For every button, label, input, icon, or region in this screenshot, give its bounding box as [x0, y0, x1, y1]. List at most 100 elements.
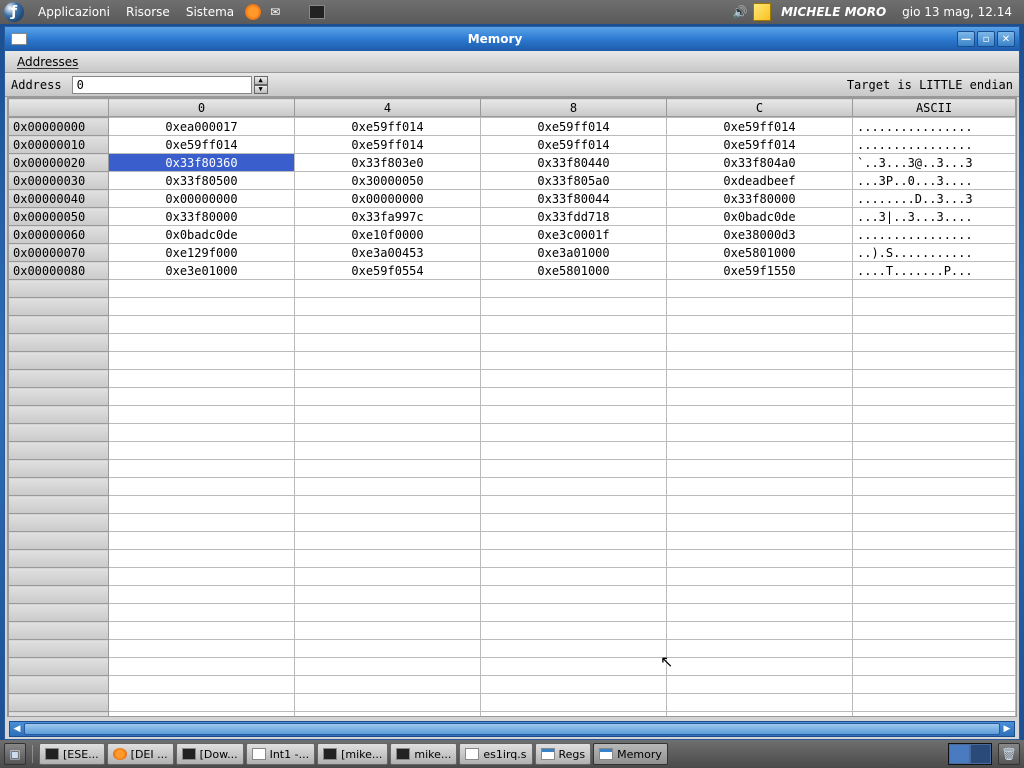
table-row[interactable]: 0x000000100xe59ff0140xe59ff0140xe59ff014… — [9, 136, 1016, 154]
table-row-empty[interactable] — [9, 658, 1016, 676]
taskbar-item[interactable]: es1irq.s — [459, 743, 532, 765]
table-row-empty[interactable] — [9, 514, 1016, 532]
table-row[interactable]: 0x000000600x0badc0de0xe10f00000xe3c0001f… — [9, 226, 1016, 244]
cell-ascii[interactable]: ...3|..3...3.... — [853, 208, 1016, 226]
cell-0[interactable]: 0xe3e01000 — [109, 262, 295, 280]
cell-c[interactable]: 0xe38000d3 — [667, 226, 853, 244]
cell-address[interactable]: 0x00000070 — [9, 244, 109, 262]
sound-icon[interactable] — [731, 3, 749, 21]
cell-4[interactable]: 0x33f803e0 — [295, 154, 481, 172]
table-row-empty[interactable] — [9, 568, 1016, 586]
cell-address[interactable]: 0x00000080 — [9, 262, 109, 280]
cell-8[interactable]: 0xe59ff014 — [481, 136, 667, 154]
cell-0[interactable]: 0xea000017 — [109, 118, 295, 136]
cell-ascii[interactable]: ................ — [853, 118, 1016, 136]
table-row-empty[interactable] — [9, 640, 1016, 658]
table-row-empty[interactable] — [9, 622, 1016, 640]
minimize-button[interactable]: — — [957, 31, 975, 47]
cell-c[interactable]: 0xe59f1550 — [667, 262, 853, 280]
show-desktop-button[interactable]: ▣ — [4, 743, 26, 765]
cell-ascii[interactable]: `..3...3@..3...3 — [853, 154, 1016, 172]
table-row-empty[interactable] — [9, 406, 1016, 424]
cell-8[interactable]: 0x33f80044 — [481, 190, 667, 208]
col-c[interactable]: C — [667, 99, 853, 117]
cell-ascii[interactable]: ....T.......P... — [853, 262, 1016, 280]
table-row-empty[interactable] — [9, 694, 1016, 712]
scroll-left-icon[interactable]: ◀ — [10, 722, 24, 736]
cell-c[interactable]: 0xe59ff014 — [667, 136, 853, 154]
cell-4[interactable]: 0xe3a00453 — [295, 244, 481, 262]
cell-address[interactable]: 0x00000050 — [9, 208, 109, 226]
table-row-empty[interactable] — [9, 442, 1016, 460]
cell-c[interactable]: 0xe5801000 — [667, 244, 853, 262]
cell-4[interactable]: 0xe59ff014 — [295, 136, 481, 154]
table-row-empty[interactable] — [9, 298, 1016, 316]
table-row[interactable]: 0x000000200x33f803600x33f803e00x33f80440… — [9, 154, 1016, 172]
cell-0[interactable]: 0xe59ff014 — [109, 136, 295, 154]
col-ascii[interactable]: ASCII — [853, 99, 1016, 117]
firefox-launcher-icon[interactable] — [244, 3, 262, 21]
taskbar-item[interactable]: [mike... — [317, 743, 388, 765]
cell-4[interactable]: 0x30000050 — [295, 172, 481, 190]
fedora-logo-icon[interactable]: ƒ — [4, 2, 24, 22]
table-row-empty[interactable] — [9, 388, 1016, 406]
scroll-right-icon[interactable]: ▶ — [1000, 722, 1014, 736]
cell-8[interactable]: 0x33f80440 — [481, 154, 667, 172]
cell-ascii[interactable]: ................ — [853, 226, 1016, 244]
close-button[interactable]: ✕ — [997, 31, 1015, 47]
col-address[interactable] — [9, 99, 109, 117]
taskbar-item[interactable]: Memory — [593, 743, 668, 765]
evolution-launcher-icon[interactable]: ✉ — [266, 3, 284, 21]
table-row-empty[interactable] — [9, 460, 1016, 478]
workspace-pager[interactable] — [948, 743, 992, 765]
table-row-empty[interactable] — [9, 586, 1016, 604]
cell-4[interactable]: 0x00000000 — [295, 190, 481, 208]
horizontal-scrollbar[interactable]: ◀ ▶ — [9, 721, 1015, 737]
menu-applications[interactable]: Applicazioni — [30, 5, 118, 19]
taskbar-item[interactable]: Regs — [535, 743, 592, 765]
cell-8[interactable]: 0xe3c0001f — [481, 226, 667, 244]
col-4[interactable]: 4 — [295, 99, 481, 117]
menu-resources[interactable]: Risorse — [118, 5, 178, 19]
taskbar-item[interactable]: [DEI ... — [107, 743, 174, 765]
col-0[interactable]: 0 — [109, 99, 295, 117]
cell-address[interactable]: 0x00000000 — [9, 118, 109, 136]
cell-ascii[interactable]: ...3P..0...3.... — [853, 172, 1016, 190]
cell-c[interactable]: 0xdeadbeef — [667, 172, 853, 190]
cell-8[interactable]: 0xe59ff014 — [481, 118, 667, 136]
cell-address[interactable]: 0x00000030 — [9, 172, 109, 190]
address-input[interactable] — [72, 76, 252, 94]
cell-address[interactable]: 0x00000040 — [9, 190, 109, 208]
cell-4[interactable]: 0xe10f0000 — [295, 226, 481, 244]
cell-address[interactable]: 0x00000060 — [9, 226, 109, 244]
cell-4[interactable]: 0x33fa997c — [295, 208, 481, 226]
cell-0[interactable]: 0x0badc0de — [109, 226, 295, 244]
table-row-empty[interactable] — [9, 478, 1016, 496]
cell-c[interactable]: 0x33f804a0 — [667, 154, 853, 172]
table-body[interactable]: 0x000000000xea0000170xe59ff0140xe59ff014… — [9, 118, 1016, 717]
table-row[interactable]: 0x000000000xea0000170xe59ff0140xe59ff014… — [9, 118, 1016, 136]
table-row-empty[interactable] — [9, 370, 1016, 388]
cell-c[interactable]: 0x33f80000 — [667, 190, 853, 208]
col-8[interactable]: 8 — [481, 99, 667, 117]
cell-0[interactable]: 0xe129f000 — [109, 244, 295, 262]
titlebar[interactable]: Memory — ▫ ✕ — [5, 27, 1019, 51]
cell-address[interactable]: 0x00000010 — [9, 136, 109, 154]
table-row[interactable]: 0x000000300x33f805000x300000500x33f805a0… — [9, 172, 1016, 190]
table-row-empty[interactable] — [9, 676, 1016, 694]
table-row[interactable]: 0x000000800xe3e010000xe59f05540xe5801000… — [9, 262, 1016, 280]
table-row-empty[interactable] — [9, 316, 1016, 334]
table-row-empty[interactable] — [9, 712, 1016, 717]
table-row-empty[interactable] — [9, 496, 1016, 514]
taskbar-item[interactable]: [ESE... — [39, 743, 105, 765]
table-row[interactable]: 0x000000500x33f800000x33fa997c0x33fdd718… — [9, 208, 1016, 226]
spinner-down-icon[interactable]: ▼ — [254, 85, 268, 94]
terminal-launcher-icon[interactable] — [308, 3, 326, 21]
taskbar-item[interactable]: mike... — [390, 743, 457, 765]
cell-0[interactable]: 0x00000000 — [109, 190, 295, 208]
table-row[interactable]: 0x000000400x000000000x000000000x33f80044… — [9, 190, 1016, 208]
trash-icon[interactable]: 🗑 — [998, 743, 1020, 765]
cell-ascii[interactable]: ........D..3...3 — [853, 190, 1016, 208]
cell-8[interactable]: 0xe5801000 — [481, 262, 667, 280]
cell-address[interactable]: 0x00000020 — [9, 154, 109, 172]
